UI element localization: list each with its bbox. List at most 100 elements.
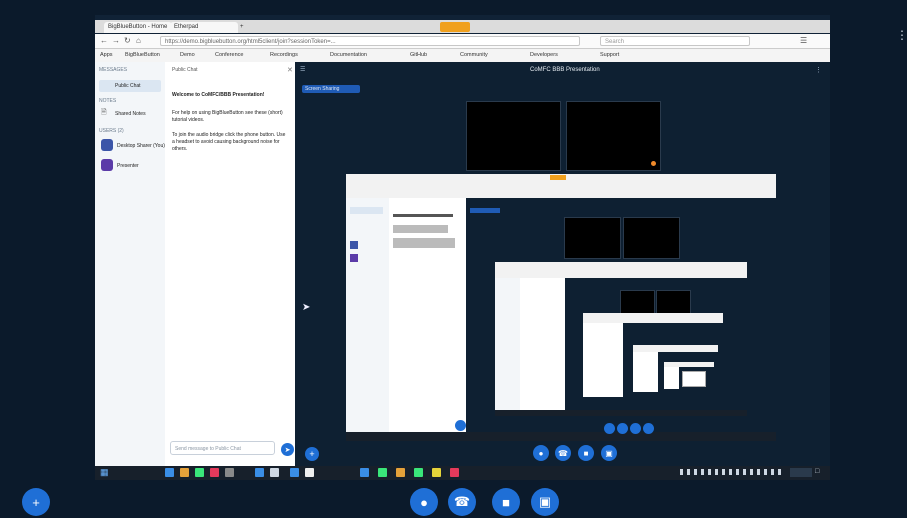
more-options-icon[interactable]: ⋮ — [896, 28, 907, 44]
home-icon[interactable]: ⌂ — [136, 36, 141, 45]
new-tab-button[interactable]: + — [236, 22, 254, 33]
nested-webcam — [656, 290, 691, 314]
audio-message: To join the audio bridge click the phone… — [172, 132, 286, 152]
taskbar-icon — [414, 468, 423, 477]
avatar — [101, 159, 113, 171]
nested-text-line — [393, 238, 455, 248]
taskbar-icon — [210, 468, 219, 477]
mic-icon: ● — [533, 445, 549, 461]
nested-avatar — [350, 254, 358, 262]
nested-webcam — [620, 290, 655, 314]
taskbar-icon — [165, 468, 174, 477]
search-input[interactable]: Search — [600, 36, 750, 46]
chat-title: Public Chat — [172, 67, 198, 73]
bookmark-item[interactable]: Developers — [530, 50, 558, 60]
nested-webcam — [564, 217, 621, 259]
nested-browser-chrome — [495, 262, 747, 278]
nested-sidebar — [495, 278, 520, 410]
notes-header: NOTES — [99, 98, 117, 104]
screen-share-button[interactable]: ▣ — [531, 488, 559, 516]
phone-icon: ☎ — [555, 445, 571, 461]
bookmark-item[interactable]: BigBlueButton — [125, 50, 160, 60]
video-button[interactable]: ■ — [492, 488, 520, 516]
nested-sidebar — [346, 198, 389, 432]
welcome-message: Welcome to CoMFC/BBB Presentation! — [172, 92, 265, 98]
taskbar-icon — [378, 468, 387, 477]
bookmark-item[interactable]: Support — [600, 50, 619, 60]
nested-send-button — [455, 420, 466, 431]
nested-text-line — [393, 214, 453, 217]
hamburger-icon[interactable]: ☰ — [300, 66, 305, 73]
mouse-cursor: ➤ — [302, 302, 311, 313]
user-list-item[interactable]: Presenter — [117, 163, 139, 169]
actions-plus-button[interactable]: + — [22, 488, 50, 516]
nested-browser-chrome — [583, 313, 723, 323]
taskbar-icon — [360, 468, 369, 477]
browser-tab[interactable]: Etherpad — [170, 22, 238, 33]
actions-plus-icon: + — [305, 447, 319, 461]
nested-text-line — [393, 225, 448, 233]
taskbar-icon — [450, 468, 459, 477]
nested-webcam — [623, 217, 680, 259]
video-icon: ■ — [578, 445, 594, 461]
bookmark-item[interactable]: Community — [460, 50, 488, 60]
url-field[interactable]: https://demo.bigbluebutton.org/html5clie… — [160, 36, 580, 46]
nested-public-chat — [350, 207, 383, 214]
screen-sharing-badge: Screen Sharing — [302, 85, 360, 93]
nested-chat — [583, 323, 623, 397]
reload-icon[interactable]: ↻ — [124, 36, 131, 45]
back-icon[interactable]: ← — [100, 36, 108, 45]
taskbar-icon — [225, 468, 234, 477]
screen-icon: ▣ — [601, 445, 617, 461]
mic-button[interactable]: ● — [410, 488, 438, 516]
user-list-item[interactable]: Desktop Sharer (You) — [117, 143, 165, 149]
public-chat-label: Public Chat — [115, 83, 141, 89]
bookmark-item[interactable]: Conference — [215, 50, 243, 60]
webcam-video — [466, 101, 561, 171]
status-dot — [651, 161, 656, 166]
bookmark-item[interactable]: Apps — [100, 50, 113, 60]
bookmark-item[interactable]: Demo — [180, 50, 195, 60]
taskbar-icon — [195, 468, 204, 477]
windows-start-icon: ▦ — [100, 467, 109, 477]
bookmark-item[interactable]: Documentation — [330, 50, 367, 60]
nested-taskbar — [346, 432, 776, 441]
browser-tab[interactable]: BigBlueButton - Home — [104, 22, 172, 33]
webcam-video — [566, 101, 661, 171]
clock — [790, 468, 812, 477]
meeting-title: CoMFC BBB Presentation — [530, 67, 600, 73]
recording-indicator — [550, 175, 566, 180]
shared-notes-item[interactable]: Shared Notes — [115, 111, 146, 117]
nested-control-button — [630, 423, 641, 434]
taskbar-icon — [180, 468, 189, 477]
nested-avatar — [350, 241, 358, 249]
users-header: USERS (2) — [99, 128, 124, 134]
nested-control-button — [643, 423, 654, 434]
nested-chat — [520, 278, 565, 410]
notes-icon: 🗎 — [101, 109, 107, 116]
bookmark-item[interactable]: Recordings — [270, 50, 298, 60]
taskbar-icon — [432, 468, 441, 477]
help-message: For help on using BigBlueButton see thes… — [172, 110, 283, 123]
recording-indicator — [440, 22, 470, 32]
menu-icon[interactable]: ☰ — [800, 36, 807, 45]
close-icon[interactable]: ✕ — [287, 66, 293, 74]
nested-window — [682, 371, 706, 387]
nested-browser-chrome — [633, 345, 718, 352]
system-tray — [680, 469, 785, 475]
send-button[interactable]: ➤ — [281, 443, 294, 456]
chat-message-input[interactable]: Send message to Public Chat — [170, 441, 275, 455]
notifications-icon: □ — [815, 468, 820, 475]
taskbar-icon — [290, 468, 299, 477]
messages-header: MESSAGES — [99, 67, 128, 73]
avatar — [101, 139, 113, 151]
taskbar-icon — [305, 468, 314, 477]
nested-chat — [633, 352, 658, 392]
nested-control-button — [617, 423, 628, 434]
more-options-icon[interactable]: ⋮ — [815, 66, 822, 74]
bookmark-item[interactable]: GitHub — [410, 50, 427, 60]
nested-taskbar — [495, 410, 747, 416]
phone-button[interactable]: ☎ — [448, 488, 476, 516]
nested-chat — [389, 198, 466, 432]
forward-icon[interactable]: → — [112, 36, 120, 45]
